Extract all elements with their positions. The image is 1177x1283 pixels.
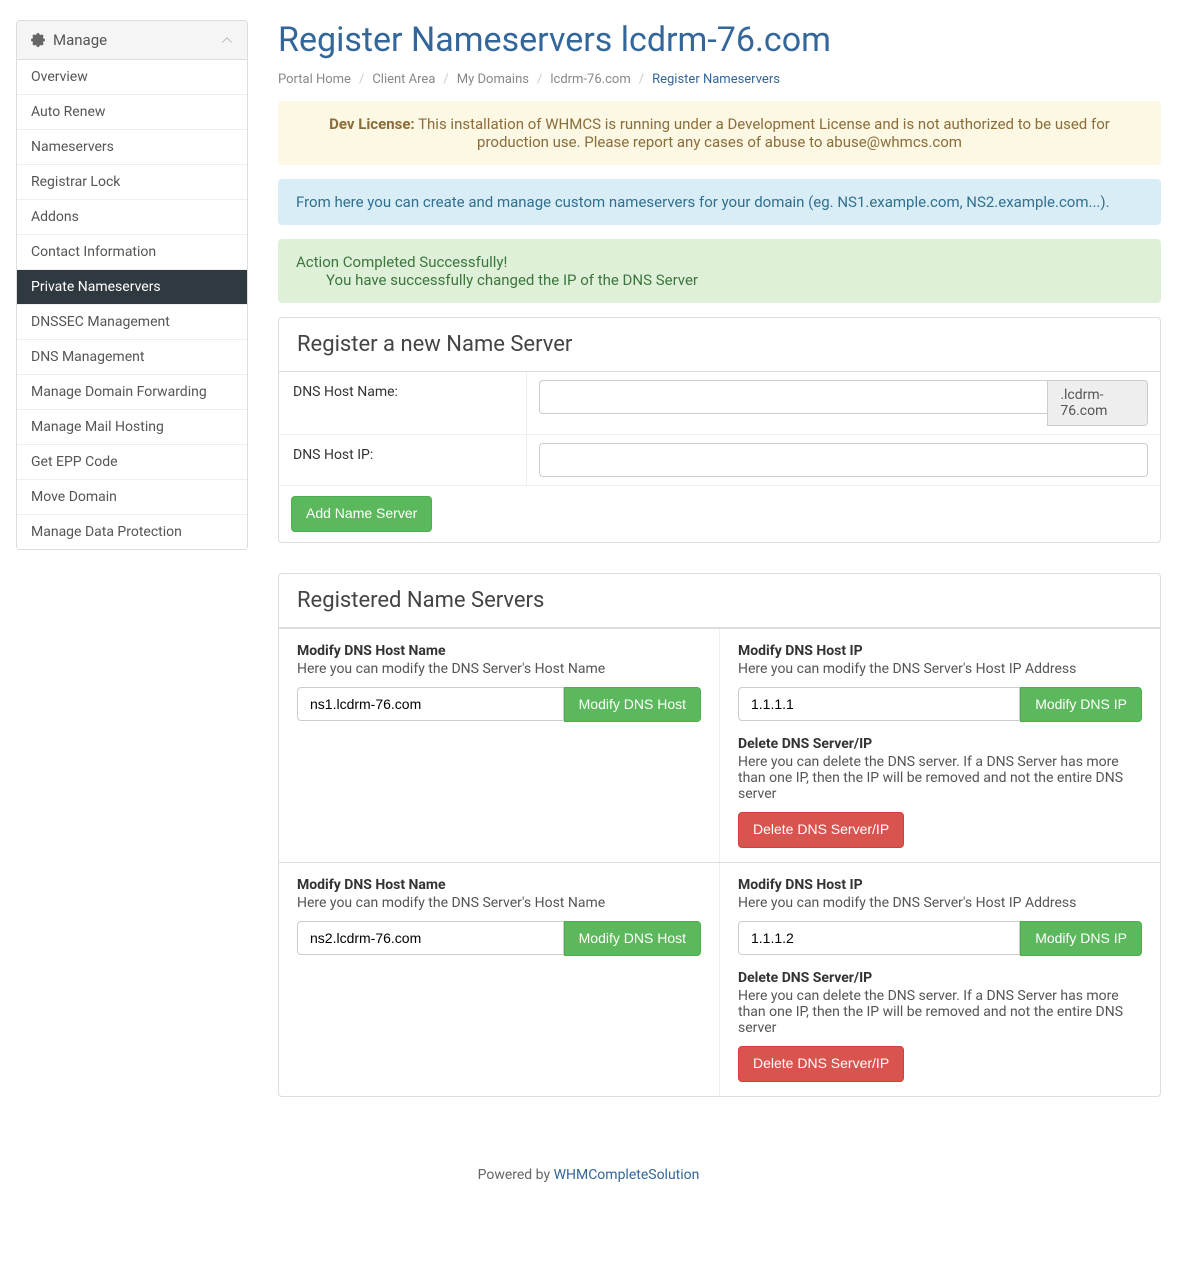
sidebar-item-addons[interactable]: Addons [17, 200, 247, 235]
modify-ip-title: Modify DNS Host IP [738, 877, 1142, 893]
dns-hostname-suffix: .lcdrm-76.com [1047, 380, 1148, 426]
sidebar-item-manage-domain-forwarding[interactable]: Manage Domain Forwarding [17, 375, 247, 410]
ip-input[interactable] [738, 687, 1020, 721]
dns-hostname-input[interactable] [539, 380, 1047, 414]
host-input[interactable] [297, 921, 564, 955]
chevron-up-icon [221, 34, 233, 46]
breadcrumb: Portal Home/Client Area/My Domains/lcdrm… [278, 66, 1161, 101]
host-input[interactable] [297, 687, 564, 721]
nameserver-row: Modify DNS Host Name Here you can modify … [279, 862, 1160, 1096]
sidebar-item-overview[interactable]: Overview [17, 60, 247, 95]
modify-host-desc: Here you can modify the DNS Server's Hos… [297, 895, 701, 911]
modify-host-button[interactable]: Modify DNS Host [564, 687, 701, 723]
registered-panel: Registered Name Servers Modify DNS Host … [278, 573, 1161, 1097]
delete-title: Delete DNS Server/IP [738, 736, 1142, 752]
register-panel: Register a new Name Server DNS Host Name… [278, 317, 1161, 543]
success-alert: Action Completed Successfully! You have … [278, 239, 1161, 303]
gear-icon [31, 33, 45, 47]
dns-hostname-label: DNS Host Name: [279, 372, 527, 434]
modify-host-title: Modify DNS Host Name [297, 643, 701, 659]
breadcrumb-register-nameservers: Register Nameservers [652, 72, 780, 87]
delete-server-button[interactable]: Delete DNS Server/IP [738, 812, 904, 848]
ip-input[interactable] [738, 921, 1020, 955]
sidebar-header[interactable]: Manage [17, 21, 247, 60]
info-alert: From here you can create and manage cust… [278, 179, 1161, 225]
footer-prefix: Powered by [478, 1167, 554, 1183]
sidebar-manage: Manage OverviewAuto RenewNameserversRegi… [16, 20, 248, 550]
footer-link[interactable]: WHMCompleteSolution [554, 1167, 700, 1183]
delete-server-button[interactable]: Delete DNS Server/IP [738, 1046, 904, 1082]
page-title: Register Nameservers lcdrm-76.com [278, 20, 1161, 60]
modify-ip-button[interactable]: Modify DNS IP [1020, 921, 1142, 957]
modify-host-desc: Here you can modify the DNS Server's Hos… [297, 661, 701, 677]
success-title: Action Completed Successfully! [296, 253, 1143, 271]
sidebar-item-private-nameservers[interactable]: Private Nameservers [17, 270, 247, 305]
sidebar-item-registrar-lock[interactable]: Registrar Lock [17, 165, 247, 200]
sidebar-item-get-epp-code[interactable]: Get EPP Code [17, 445, 247, 480]
footer: Powered by WHMCompleteSolution [0, 1147, 1177, 1203]
sidebar-header-label: Manage [53, 31, 107, 49]
modify-ip-desc: Here you can modify the DNS Server's Hos… [738, 895, 1142, 911]
sidebar-item-nameservers[interactable]: Nameservers [17, 130, 247, 165]
nameserver-row: Modify DNS Host Name Here you can modify … [279, 628, 1160, 862]
success-body: You have successfully changed the IP of … [296, 271, 1143, 289]
sidebar-item-dns-management[interactable]: DNS Management [17, 340, 247, 375]
sidebar-item-manage-data-protection[interactable]: Manage Data Protection [17, 515, 247, 549]
sidebar-item-manage-mail-hosting[interactable]: Manage Mail Hosting [17, 410, 247, 445]
breadcrumb-my-domains[interactable]: My Domains [457, 72, 529, 87]
modify-ip-title: Modify DNS Host IP [738, 643, 1142, 659]
sidebar-item-contact-information[interactable]: Contact Information [17, 235, 247, 270]
dns-ip-input[interactable] [539, 443, 1148, 477]
sidebar-item-dnssec-management[interactable]: DNSSEC Management [17, 305, 247, 340]
delete-desc: Here you can delete the DNS server. If a… [738, 754, 1142, 802]
modify-ip-desc: Here you can modify the DNS Server's Hos… [738, 661, 1142, 677]
breadcrumb-portal-home[interactable]: Portal Home [278, 72, 351, 87]
sidebar-item-move-domain[interactable]: Move Domain [17, 480, 247, 515]
registered-panel-title: Registered Name Servers [279, 574, 1160, 628]
modify-host-button[interactable]: Modify DNS Host [564, 921, 701, 957]
dev-license-label: Dev License: [329, 115, 415, 133]
delete-desc: Here you can delete the DNS server. If a… [738, 988, 1142, 1036]
register-panel-title: Register a new Name Server [279, 318, 1160, 372]
breadcrumb-lcdrm-76.com[interactable]: lcdrm-76.com [550, 72, 630, 87]
breadcrumb-client-area[interactable]: Client Area [372, 72, 435, 87]
dns-ip-label: DNS Host IP: [279, 435, 527, 485]
add-nameserver-button[interactable]: Add Name Server [291, 496, 432, 532]
dev-license-text: This installation of WHMCS is running un… [415, 115, 1110, 151]
dev-license-alert: Dev License: This installation of WHMCS … [278, 101, 1161, 165]
sidebar-item-auto-renew[interactable]: Auto Renew [17, 95, 247, 130]
modify-host-title: Modify DNS Host Name [297, 877, 701, 893]
modify-ip-button[interactable]: Modify DNS IP [1020, 687, 1142, 723]
delete-title: Delete DNS Server/IP [738, 970, 1142, 986]
